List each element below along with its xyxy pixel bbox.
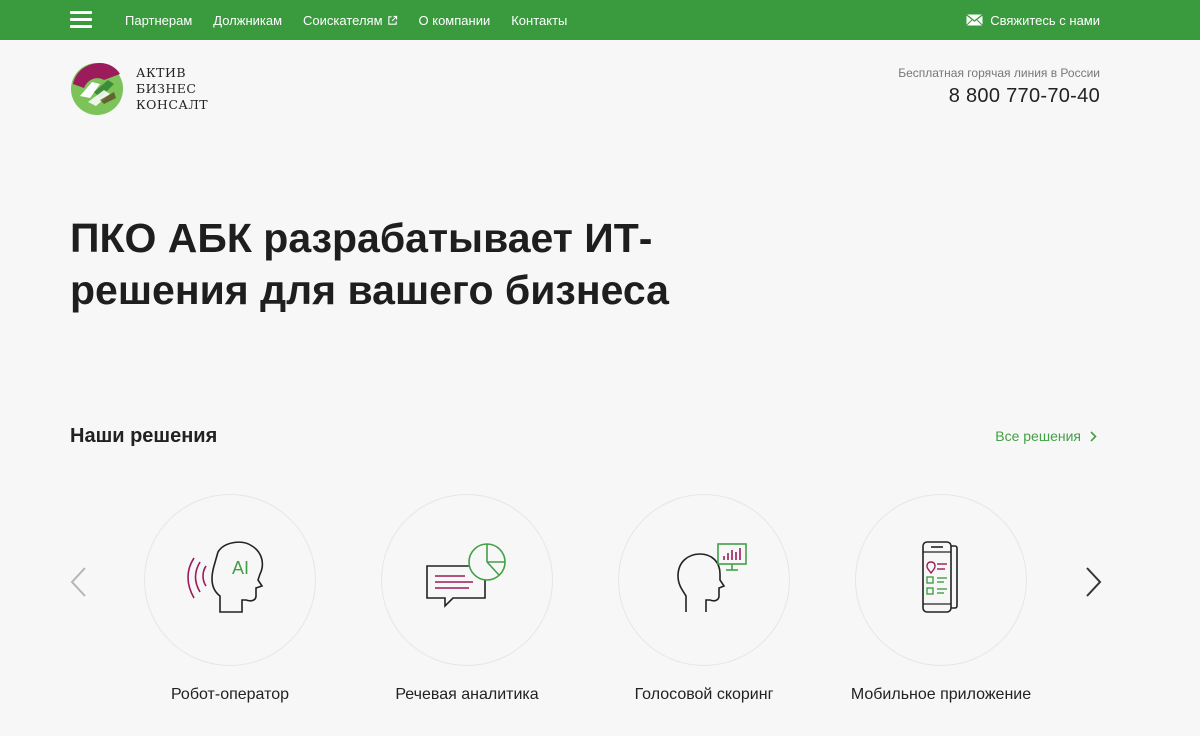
robot-operator-icon: AI bbox=[187, 541, 264, 613]
speech-analytics-icon bbox=[426, 543, 506, 608]
nav-partners[interactable]: Партнерам bbox=[125, 13, 192, 28]
nav-contacts[interactable]: Контакты bbox=[511, 13, 567, 28]
nav-about[interactable]: О компании bbox=[419, 13, 491, 28]
solution-label: Голосовой скоринг bbox=[634, 686, 774, 703]
nav-debtors[interactable]: Должникам bbox=[213, 13, 282, 28]
solution-card-robot-operator[interactable]: AI Робот-оператор bbox=[130, 494, 330, 706]
logo-text: АКТИВ БИЗНЕС КОНСАЛТ bbox=[136, 65, 209, 112]
chevron-right-icon bbox=[1090, 430, 1097, 442]
company-logo[interactable]: АКТИВ БИЗНЕС КОНСАЛТ bbox=[70, 61, 220, 117]
hotline-phone[interactable]: 8 800 770-70-40 bbox=[898, 85, 1100, 108]
carousel-prev-button[interactable] bbox=[68, 566, 90, 598]
hotline-label: Бесплатная горячая линия в России bbox=[898, 66, 1100, 80]
hero-title: ПКО АБК разрабатывает ИТ-решения для ваш… bbox=[70, 215, 669, 313]
menu-icon[interactable] bbox=[70, 11, 92, 29]
solution-card-mobile-app[interactable]: Мобильное приложение bbox=[841, 494, 1041, 706]
solution-label: Робот-оператор bbox=[170, 686, 290, 703]
external-link-icon bbox=[387, 15, 397, 25]
solution-card-speech-analytics[interactable]: Речевая аналитика bbox=[367, 494, 567, 706]
carousel-next-button[interactable] bbox=[1082, 566, 1104, 598]
top-bar: Партнерам Должникам Соискателям О компан… bbox=[0, 0, 1200, 40]
envelope-icon bbox=[966, 14, 984, 26]
solution-label: Мобильное приложение bbox=[850, 686, 1032, 703]
contact-us-button[interactable]: Свяжитесь с нами bbox=[966, 0, 1100, 40]
svg-text:AI: AI bbox=[232, 558, 249, 578]
mobile-app-icon bbox=[922, 541, 958, 613]
top-nav: Партнерам Должникам Соискателям О компан… bbox=[125, 0, 588, 40]
hotline: Бесплатная горячая линия в России 8 800 … bbox=[898, 66, 1100, 108]
solutions-title: Наши решения bbox=[70, 425, 218, 447]
logo-mark-icon bbox=[71, 63, 123, 115]
voice-scoring-icon bbox=[677, 543, 747, 612]
solution-card-voice-scoring[interactable]: Голосовой скоринг bbox=[604, 494, 804, 706]
nav-applicants[interactable]: Соискателям bbox=[303, 13, 397, 28]
solution-label: Речевая аналитика bbox=[395, 686, 539, 703]
all-solutions-link[interactable]: Все решения bbox=[995, 428, 1097, 444]
